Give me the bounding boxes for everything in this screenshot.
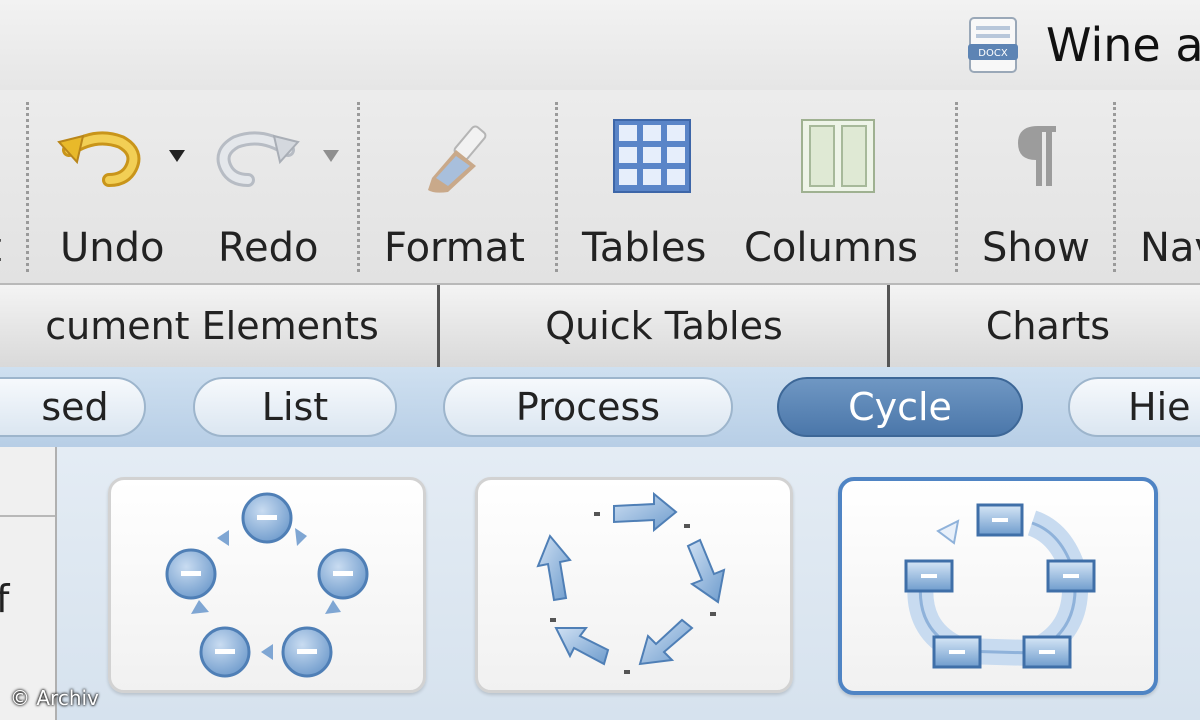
copyright-watermark: © Archiv	[10, 686, 99, 710]
category-label: Cycle	[848, 385, 952, 429]
toolbar-separator	[1113, 102, 1116, 272]
tables-grid-icon	[613, 119, 691, 193]
gallery-item-arrow-cycle[interactable]	[475, 477, 793, 693]
side-panel-divider	[0, 515, 55, 517]
gallery-side-panel: f	[0, 447, 57, 720]
window-title: Wine a	[1046, 18, 1200, 72]
smartart-category-bar: sed List Process Cycle Hie	[0, 367, 1200, 447]
show-label: Show	[982, 225, 1090, 271]
category-label: Process	[515, 385, 661, 429]
category-label: List	[261, 385, 329, 429]
toolbar-separator	[555, 102, 558, 272]
partial-toolbar-label: t	[0, 225, 2, 271]
nav-label: Nav	[1140, 225, 1200, 271]
redo-icon	[216, 131, 300, 187]
tab-document-elements[interactable]: cument Elements	[0, 285, 438, 367]
columns-label: Columns	[744, 225, 919, 271]
gallery-item-basic-cycle[interactable]	[108, 477, 426, 693]
gallery-item-segmented-cycle[interactable]	[838, 477, 1158, 695]
category-label: sed	[41, 385, 109, 429]
toolbar: t Undo Redo Format	[0, 90, 1200, 283]
category-hierarchy[interactable]: Hie	[1068, 377, 1200, 437]
category-recently-used[interactable]: sed	[0, 377, 146, 437]
category-cycle[interactable]: Cycle	[777, 377, 1023, 437]
basic-cycle-diagram-icon	[165, 492, 369, 678]
segmented-cycle-diagram-icon	[904, 503, 1096, 669]
docx-file-icon: DOCX	[968, 17, 1018, 73]
toolbar-separator	[955, 102, 958, 272]
title-bar: DOCX Wine a	[0, 0, 1200, 90]
redo-dropdown-arrow-icon[interactable]	[320, 148, 342, 164]
category-label: Hie	[1128, 385, 1191, 429]
toolbar-separator	[357, 102, 360, 272]
category-list[interactable]: List	[193, 377, 397, 437]
doc-icon-label: DOCX	[978, 48, 1008, 59]
undo-label: Undo	[60, 225, 165, 271]
format-label: Format	[384, 225, 525, 271]
tab-charts[interactable]: Charts	[890, 285, 1200, 367]
smartart-gallery: f	[0, 447, 1200, 720]
arrow-cycle-diagram-icon	[536, 491, 726, 674]
tab-quick-tables[interactable]: Quick Tables	[440, 285, 888, 367]
undo-dropdown-arrow-icon[interactable]	[166, 148, 188, 164]
columns-icon	[801, 119, 875, 193]
ribbon-tab-bar: cument Elements Quick Tables Charts	[0, 283, 1200, 369]
pilcrow-icon	[1018, 126, 1056, 186]
tables-label: Tables	[582, 225, 707, 271]
toolbar-separator	[26, 102, 29, 272]
side-panel-text: f	[0, 577, 10, 621]
format-brush-icon	[428, 125, 487, 193]
undo-icon	[57, 131, 141, 187]
redo-label: Redo	[218, 225, 319, 271]
category-process[interactable]: Process	[443, 377, 733, 437]
